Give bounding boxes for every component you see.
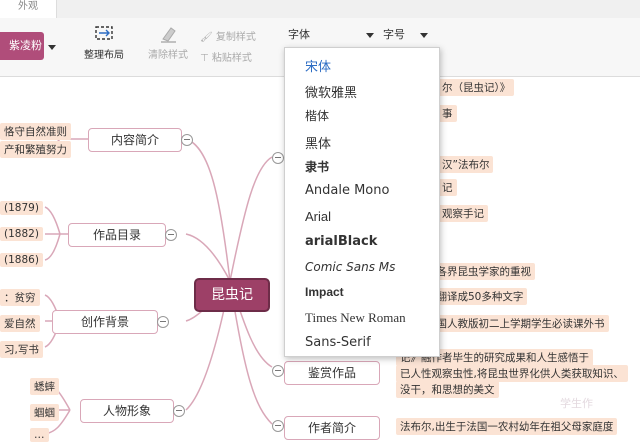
leaf-right-4[interactable]: 记 [438,179,457,196]
font-option-arial-black[interactable]: arialBlack [305,234,377,249]
font-size-label[interactable]: 字号 [383,26,405,42]
leaf-catalog-2[interactable]: (1882) [0,227,43,241]
leaf-right-5[interactable]: 观察手记 [438,205,488,222]
font-option-lishu[interactable]: 隶书 [305,158,329,175]
watermark: 学生作 [560,397,593,410]
brush-icon: 🖌 [200,32,213,43]
paste-style-label: 粘贴样式 [211,53,252,64]
font-size-caret-icon[interactable] [420,33,428,38]
collapse-icon[interactable] [272,365,284,377]
leaf-background-3[interactable]: 习,写书 [0,341,43,358]
font-option-songti[interactable]: 宋体 [305,56,331,75]
leaf-catalog-3[interactable]: (1886) [0,253,43,267]
font-family-dropdown: 宋体 微软雅黑 楷体 黑体 隶书 Andale Mono Arial arial… [284,47,440,357]
font-option-andale-mono[interactable]: Andale Mono [305,183,389,198]
collapse-icon[interactable] [165,229,177,241]
font-option-impact[interactable]: Impact [305,285,344,299]
branch-content-intro[interactable]: 内容简介 [88,128,182,152]
font-option-heiti[interactable]: 黑体 [305,133,331,152]
theme-button[interactable]: 紫凌粉 [0,32,44,60]
appreciation-line-2[interactable]: 已人性观察虫性,将昆虫世界化供人类获取知识、 [396,365,628,382]
font-option-sans-serif[interactable]: Sans-Serif [305,335,371,350]
organize-layout-button[interactable]: 整理布局 [78,24,130,61]
font-option-yahei[interactable]: 微软雅黑 [305,82,357,101]
leaf-right-2[interactable]: 事 [438,105,457,122]
font-option-kaiti[interactable]: 楷体 [305,107,329,124]
leaf-right-8[interactable]: 中国人教版初二上学期学生必读课外书 [422,315,609,332]
leaf-character-2[interactable]: 蝈蝈 [30,404,59,421]
collapse-icon[interactable] [272,420,284,432]
collapse-icon[interactable] [157,316,169,328]
theme-caret-icon[interactable] [48,45,56,50]
leaf-right-1[interactable]: 尔（昆虫记）》 [438,79,515,96]
paste-icon: ⊤ [200,53,209,64]
leaf-character-3[interactable]: … [30,428,49,442]
clear-style-button[interactable]: 清除样式 [142,24,194,61]
font-family-caret-icon[interactable] [366,33,374,38]
font-family-label[interactable]: 字体 [288,26,310,42]
collapse-icon[interactable] [181,134,193,146]
collapse-icon[interactable] [173,405,185,417]
branch-appreciation[interactable]: 鉴赏作品 [284,361,380,385]
collapse-icon[interactable] [272,152,284,164]
eraser-icon [161,27,176,43]
author-line-1[interactable]: 法布尔,出生于法国一农村幼年在祖父母家庭度 [396,418,618,435]
leaf-character-1[interactable]: 蟋蟀 [30,378,59,395]
font-option-comic-sans[interactable]: Comic Sans Ms [305,260,395,274]
organize-layout-label: 整理布局 [84,50,124,61]
appreciation-line-3[interactable]: 没干，和思想的美文 [396,381,499,398]
ribbon-tabs: 外观 [0,0,640,19]
organize-layout-icon [95,26,113,40]
leaf-background-2[interactable]: 爱自然 [0,315,40,332]
leaf-intro-2[interactable]: 产和繁殖努力 [0,141,71,158]
paste-style-button[interactable]: ⊤ 粘贴样式 [200,49,252,64]
branch-background[interactable]: 创作背景 [52,310,158,334]
leaf-right-3[interactable]: 汉”法布尔 [438,156,494,173]
branch-characters[interactable]: 人物形象 [80,399,174,423]
branch-author[interactable]: 作者简介 [284,416,380,440]
leaf-background-1[interactable]: ：贫穷 [0,289,40,306]
copy-style-button[interactable]: 🖌 复制样式 [200,28,256,43]
leaf-intro-1[interactable]: 恪守自然准则 [0,123,71,140]
root-node[interactable]: 昆虫记 [194,278,270,312]
font-option-arial[interactable]: Arial [305,209,331,224]
leaf-catalog-1[interactable]: (1879) [0,201,43,215]
copy-style-label: 复制样式 [215,32,256,43]
clear-style-label: 清除样式 [148,50,188,61]
font-option-times-new-roman[interactable]: Times New Roman [305,310,406,326]
tab-appearance[interactable]: 外观 [0,0,57,18]
branch-catalog[interactable]: 作品目录 [68,223,166,247]
